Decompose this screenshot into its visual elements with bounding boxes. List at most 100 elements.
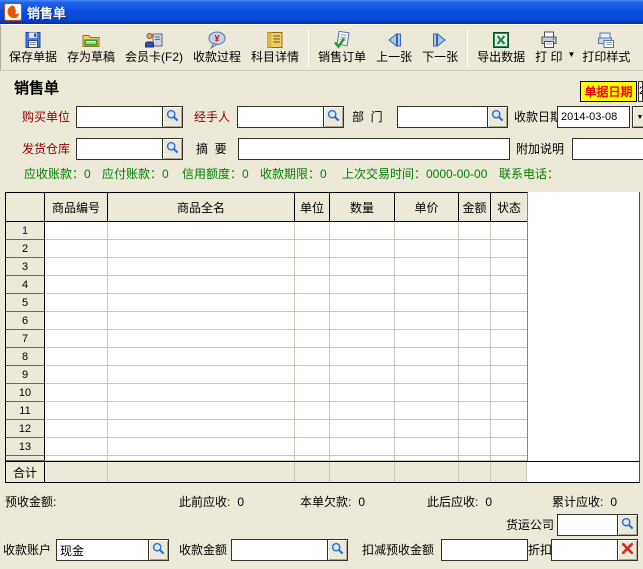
toolbar-payment-process-button[interactable]: ¥收款过程 xyxy=(188,26,246,69)
handler-lookup-button[interactable] xyxy=(323,106,344,128)
toolbar-print-button[interactable]: 打 印 xyxy=(530,26,567,69)
account-lookup-button[interactable] xyxy=(148,539,169,561)
grid-cell[interactable] xyxy=(108,222,295,240)
freight-lookup-button[interactable] xyxy=(617,514,638,536)
grid-cell[interactable] xyxy=(295,294,330,312)
grid-cell[interactable] xyxy=(395,240,459,258)
table-row[interactable]: 9 xyxy=(6,366,527,384)
grid-cell[interactable] xyxy=(459,330,491,348)
grid-cell[interactable] xyxy=(330,402,395,420)
grid-cell[interactable] xyxy=(330,366,395,384)
discount-clear-button[interactable] xyxy=(617,539,638,561)
toolbar-sales-order-button[interactable]: 销售订单 xyxy=(313,26,371,69)
table-row[interactable]: 5 xyxy=(6,294,527,312)
grid-cell[interactable] xyxy=(330,384,395,402)
table-row[interactable]: 11 xyxy=(6,402,527,420)
table-row[interactable]: 7 xyxy=(6,330,527,348)
table-row[interactable]: 8 xyxy=(6,348,527,366)
table-row[interactable]: 10 xyxy=(6,384,527,402)
department-lookup-button[interactable] xyxy=(487,106,508,128)
table-row[interactable]: 13 xyxy=(6,438,527,456)
grid-cell[interactable] xyxy=(108,294,295,312)
grid-cell[interactable] xyxy=(395,348,459,366)
grid-cell[interactable] xyxy=(330,240,395,258)
grid-cell[interactable] xyxy=(395,366,459,384)
grid-cell[interactable] xyxy=(459,420,491,438)
grid-cell[interactable] xyxy=(459,222,491,240)
table-row[interactable]: 4 xyxy=(6,276,527,294)
grid-cell[interactable] xyxy=(491,402,527,420)
toolbar-print-style-button[interactable]: 打印样式 xyxy=(577,26,635,69)
handler-input[interactable] xyxy=(237,106,324,128)
items-grid[interactable]: 商品编号商品全名单位数量单价金额状态12345678910111213 xyxy=(5,192,528,461)
toolbar-previous-button[interactable]: 上一张 xyxy=(371,26,417,69)
grid-cell[interactable] xyxy=(108,438,295,456)
grid-cell[interactable] xyxy=(295,258,330,276)
grid-cell[interactable] xyxy=(295,312,330,330)
grid-cell[interactable] xyxy=(395,438,459,456)
grid-cell[interactable] xyxy=(45,420,108,438)
grid-cell[interactable] xyxy=(108,240,295,258)
amount-lookup-button[interactable] xyxy=(327,539,348,561)
warehouse-lookup-button[interactable] xyxy=(162,138,183,160)
payment-date-input[interactable] xyxy=(557,106,630,128)
grid-cell[interactable] xyxy=(295,384,330,402)
grid-cell[interactable] xyxy=(491,384,527,402)
toolbar-member-card-button[interactable]: 会员卡(F2) xyxy=(120,26,188,69)
grid-cell[interactable] xyxy=(45,384,108,402)
grid-cell[interactable] xyxy=(395,420,459,438)
grid-cell[interactable] xyxy=(45,294,108,312)
grid-cell[interactable] xyxy=(45,240,108,258)
grid-cell[interactable] xyxy=(459,366,491,384)
table-row[interactable]: 6 xyxy=(6,312,527,330)
grid-cell[interactable] xyxy=(45,438,108,456)
grid-cell[interactable] xyxy=(108,258,295,276)
grid-cell[interactable] xyxy=(108,330,295,348)
grid-cell[interactable] xyxy=(395,330,459,348)
grid-cell[interactable] xyxy=(459,402,491,420)
department-input[interactable] xyxy=(397,106,488,128)
grid-cell[interactable] xyxy=(295,240,330,258)
grid-cell[interactable] xyxy=(491,222,527,240)
grid-cell[interactable] xyxy=(108,348,295,366)
freight-company-input[interactable] xyxy=(557,514,618,536)
table-row[interactable]: 1 xyxy=(6,222,527,240)
print-dropdown-arrow[interactable]: ▼ xyxy=(567,50,575,59)
grid-cell[interactable] xyxy=(330,348,395,366)
grid-cell[interactable] xyxy=(491,294,527,312)
grid-cell[interactable] xyxy=(330,420,395,438)
grid-cell[interactable] xyxy=(395,222,459,240)
grid-cell[interactable] xyxy=(108,276,295,294)
payment-amount-input[interactable] xyxy=(231,539,328,561)
summary-input[interactable] xyxy=(238,138,510,160)
grid-cell[interactable] xyxy=(330,258,395,276)
table-row[interactable]: 2 xyxy=(6,240,527,258)
grid-cell[interactable] xyxy=(108,384,295,402)
grid-cell[interactable] xyxy=(295,222,330,240)
grid-cell[interactable] xyxy=(459,348,491,366)
grid-cell[interactable] xyxy=(330,438,395,456)
grid-cell[interactable] xyxy=(330,294,395,312)
grid-cell[interactable] xyxy=(295,402,330,420)
discount-input[interactable] xyxy=(551,539,618,561)
grid-cell[interactable] xyxy=(108,420,295,438)
grid-cell[interactable] xyxy=(330,312,395,330)
grid-cell[interactable] xyxy=(395,312,459,330)
doc-date-button[interactable]: 单据日期 xyxy=(580,81,637,102)
grid-cell[interactable] xyxy=(395,402,459,420)
grid-cell[interactable] xyxy=(295,366,330,384)
grid-cell[interactable] xyxy=(45,276,108,294)
notes-input[interactable] xyxy=(572,138,643,160)
grid-cell[interactable] xyxy=(491,366,527,384)
grid-cell[interactable] xyxy=(395,294,459,312)
grid-cell[interactable] xyxy=(395,384,459,402)
grid-cell[interactable] xyxy=(459,258,491,276)
grid-cell[interactable] xyxy=(295,348,330,366)
buyer-input[interactable] xyxy=(76,106,163,128)
toolbar-next-button[interactable]: 下一张 xyxy=(417,26,463,69)
grid-cell[interactable] xyxy=(45,258,108,276)
grid-cell[interactable] xyxy=(295,330,330,348)
buyer-lookup-button[interactable] xyxy=(162,106,183,128)
grid-cell[interactable] xyxy=(459,312,491,330)
toolbar-save-draft-button[interactable]: 存为草稿 xyxy=(62,26,120,69)
